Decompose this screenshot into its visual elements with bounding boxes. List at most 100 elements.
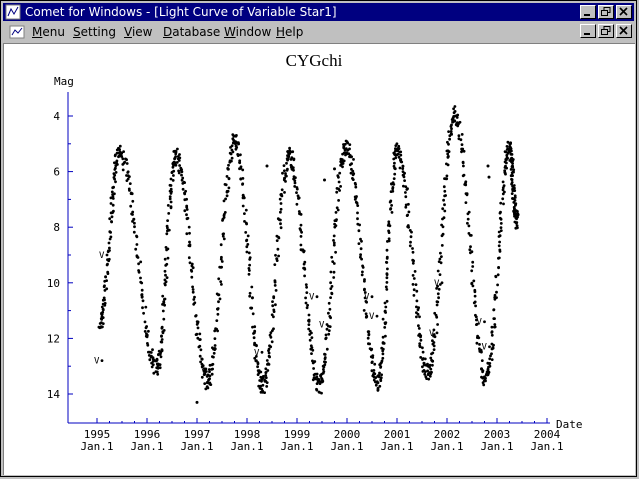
- data-point: [191, 266, 195, 270]
- document-icon[interactable]: [9, 25, 25, 39]
- data-point: [260, 350, 264, 354]
- data-point: [132, 230, 136, 234]
- menu-item-help[interactable]: Help: [276, 25, 303, 39]
- data-point: [265, 385, 269, 388]
- data-point: [165, 262, 169, 266]
- data-point: [516, 210, 519, 213]
- data-point: [332, 239, 335, 242]
- data-point: [267, 347, 271, 351]
- menu-item-setting[interactable]: Setting: [73, 25, 116, 39]
- data-point: [470, 281, 474, 285]
- data-point: [209, 383, 213, 386]
- data-point: [403, 179, 406, 183]
- data-point: [251, 312, 255, 316]
- menu-item-window[interactable]: Window: [224, 25, 271, 39]
- menu-item-menu[interactable]: Menu: [32, 25, 65, 39]
- data-point: [475, 341, 479, 345]
- data-point: [237, 142, 241, 146]
- data-point: [141, 306, 144, 310]
- data-point: [333, 167, 336, 171]
- data-point: [248, 269, 251, 272]
- data-point: [357, 242, 361, 246]
- data-point: [502, 184, 506, 188]
- y-axis-label: Mag: [54, 75, 74, 88]
- data-point: [292, 175, 296, 179]
- data-point: [350, 162, 353, 165]
- minimize-button[interactable]: [580, 5, 596, 19]
- data-point: [324, 336, 328, 340]
- data-point: [265, 164, 269, 168]
- data-point: [216, 312, 220, 316]
- data-point: [474, 313, 477, 317]
- data-point: [510, 173, 514, 177]
- menu-item-database[interactable]: Database: [163, 25, 220, 39]
- window-title: Comet for Windows - [Light Curve of Vari…: [25, 5, 337, 19]
- data-point: [160, 340, 164, 344]
- data-point: [273, 263, 277, 266]
- visual-estimate-marker: V: [309, 293, 315, 303]
- data-point: [144, 305, 148, 309]
- data-point: [357, 229, 361, 233]
- data-point: [407, 225, 410, 229]
- doc-minimize-button[interactable]: [580, 24, 596, 38]
- data-point: [166, 256, 170, 260]
- data-point: [493, 293, 497, 297]
- data-point: [330, 285, 334, 288]
- data-point: [104, 275, 107, 279]
- data-point: [388, 200, 392, 204]
- data-point: [325, 327, 329, 331]
- data-point: [512, 170, 515, 174]
- data-point: [146, 343, 150, 347]
- data-point: [234, 147, 238, 151]
- data-point: [418, 315, 421, 319]
- data-point: [125, 179, 129, 183]
- data-point: [384, 285, 388, 289]
- doc-restore-button[interactable]: [598, 24, 614, 38]
- data-point: [397, 147, 401, 150]
- data-point: [215, 319, 219, 322]
- data-point: [278, 197, 282, 201]
- visual-estimate-marker: V: [254, 348, 260, 358]
- data-point: [424, 375, 428, 379]
- data-point: [323, 357, 327, 361]
- data-point: [484, 376, 487, 380]
- data-point: [333, 225, 337, 229]
- data-point: [163, 283, 167, 287]
- restore-icon: [601, 26, 611, 35]
- data-point: [307, 313, 311, 317]
- data-point: [238, 167, 241, 171]
- data-point: [101, 302, 105, 306]
- data-point: [186, 216, 190, 220]
- data-point: [337, 175, 340, 179]
- title-bar[interactable]: Comet for Windows - [Light Curve of Vari…: [3, 3, 634, 21]
- visual-estimate-marker: V: [94, 357, 100, 367]
- data-point: [191, 285, 195, 289]
- data-point: [299, 223, 303, 227]
- comet-app-icon[interactable]: [5, 4, 21, 20]
- menu-item-view[interactable]: View: [124, 25, 152, 39]
- data-point: [496, 273, 500, 277]
- data-point: [263, 378, 266, 382]
- doc-close-button[interactable]: [616, 24, 632, 38]
- restore-button[interactable]: [598, 5, 614, 19]
- data-point: [469, 234, 473, 237]
- data-point: [101, 308, 105, 312]
- data-point: [167, 228, 171, 232]
- data-point: [364, 312, 368, 316]
- close-button[interactable]: [616, 5, 632, 19]
- data-point: [505, 145, 509, 148]
- data-point: [187, 225, 191, 229]
- data-point: [466, 217, 470, 221]
- x-tick-sublabel: Jan.1: [130, 440, 163, 453]
- data-point: [455, 114, 459, 118]
- data-point: [128, 182, 132, 186]
- data-point: [377, 374, 381, 377]
- data-point: [351, 178, 355, 182]
- data-point: [185, 197, 189, 201]
- data-point: [406, 187, 409, 191]
- data-point: [383, 322, 387, 326]
- data-point: [238, 161, 242, 164]
- data-point: [410, 230, 413, 234]
- data-point: [384, 305, 388, 309]
- data-point: [267, 354, 271, 358]
